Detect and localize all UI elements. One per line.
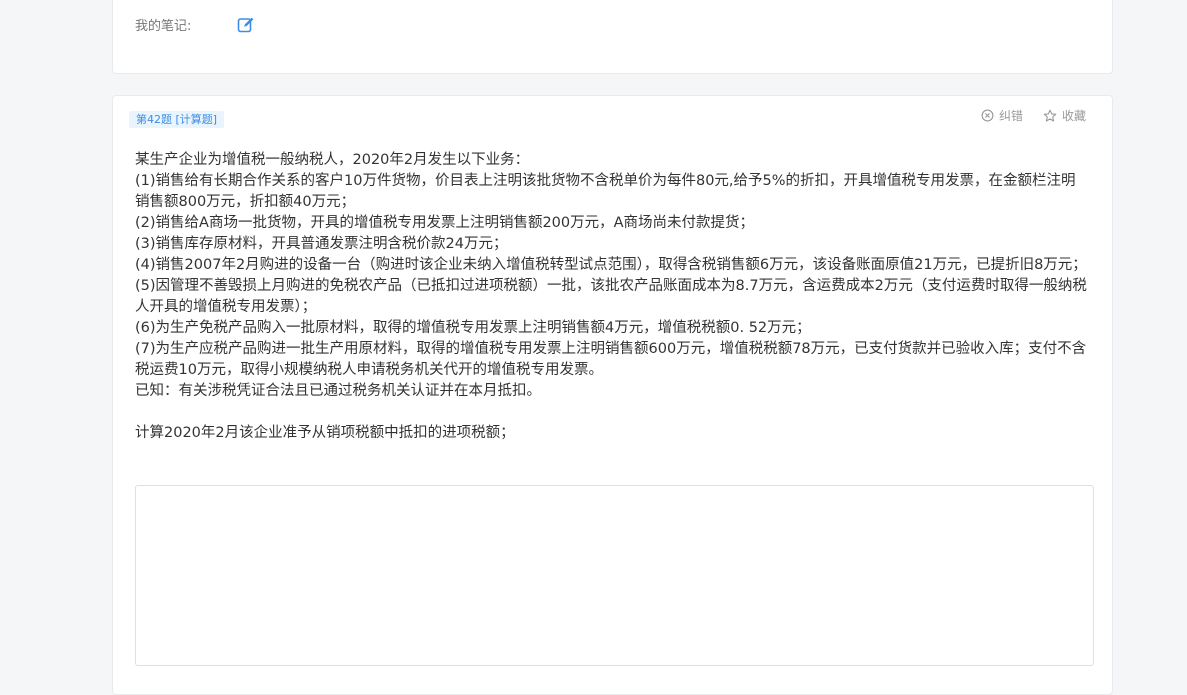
question-known-conditions: 已知：有关涉税凭证合法且已通过税务机关认证并在本月抵扣。	[135, 383, 541, 399]
question-body: 某生产企业为增值税一般纳税人，2020年2月发生以下业务： (1)销售给有长期合…	[135, 150, 1090, 444]
question-actions: 纠错 收藏	[981, 107, 1086, 124]
report-error-icon	[981, 109, 994, 122]
question-item-6: (6)为生产免税产品购入一批原材料，取得的增值税专用发票上注明销售额4万元，增值…	[135, 320, 811, 336]
question-item-5: (5)因管理不善毁损上月购进的免税农产品（已抵扣过进项税额）一批，该批农产品账面…	[135, 278, 1087, 315]
report-error-button[interactable]: 纠错	[981, 107, 1023, 124]
question-stem: 某生产企业为增值税一般纳税人，2020年2月发生以下业务：	[135, 152, 530, 168]
my-notes-label: 我的笔记:	[135, 19, 192, 34]
report-error-label: 纠错	[998, 109, 1023, 123]
question-number-tag: 第42题 [计算题]	[129, 111, 225, 128]
favorite-label: 收藏	[1061, 109, 1086, 123]
question-item-7: (7)为生产应税产品购进一批生产用原材料，取得的增值税专用发票上注明销售额600…	[135, 341, 1087, 378]
edit-note-icon[interactable]	[237, 16, 255, 34]
answer-input[interactable]	[135, 485, 1094, 666]
previous-question-card: 我的笔记:	[112, 0, 1113, 74]
question-prompt: 计算2020年2月该企业准予从销项税额中抵扣的进项税额；	[135, 425, 515, 441]
favorite-button[interactable]: 收藏	[1043, 107, 1086, 124]
my-notes-row: 我的笔记:	[135, 15, 255, 34]
question-card: 第42题 [计算题] 纠错 收藏 某生产企业为增值税一般纳税人，2020年2月发…	[112, 95, 1113, 695]
star-icon	[1043, 109, 1057, 122]
question-item-1: (1)销售给有长期合作关系的客户10万件货物，价目表上注明该批货物不含税单价为每…	[135, 173, 1076, 210]
question-item-3: (3)销售库存原材料，开具普通发票注明含税价款24万元；	[135, 236, 508, 252]
question-item-2: (2)销售给A商场一批货物，开具的增值税专用发票上注明销售额200万元，A商场尚…	[135, 215, 755, 231]
question-item-4: (4)销售2007年2月购进的设备一台（购进时该企业未纳入增值税转型试点范围），…	[135, 257, 1087, 273]
